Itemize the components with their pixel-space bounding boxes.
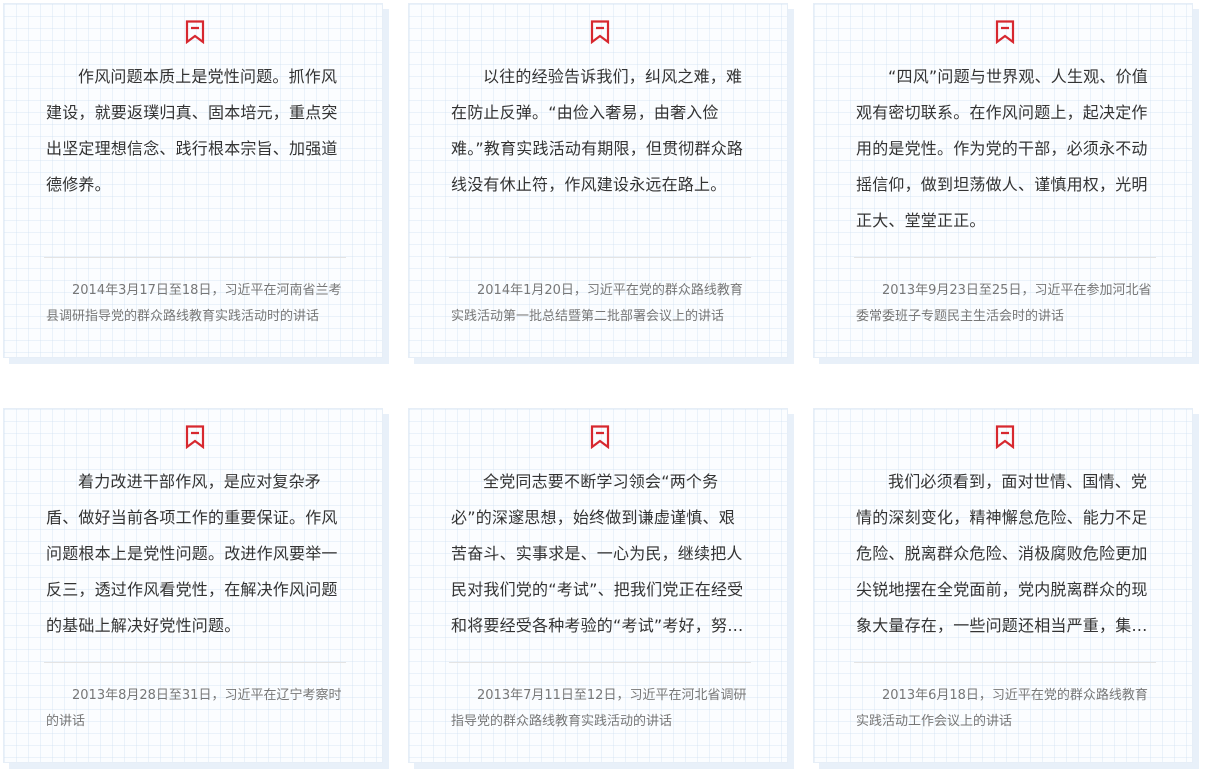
card-divider bbox=[44, 662, 346, 663]
quote-card[interactable]: 作风问题本质上是党性问题。抓作风建设，就要返璞归真、固本培元，重点突出坚定理想信… bbox=[3, 3, 383, 358]
card-divider bbox=[854, 257, 1156, 258]
quote-source: 2013年9月23日至25日，习近平在参加河北省委常委班子专题民主生活会时的讲话 bbox=[856, 283, 1152, 324]
quote-card[interactable]: 以往的经验告诉我们，纠风之难，难在防止反弹。“由俭入奢易，由奢入俭难。”教育实践… bbox=[408, 3, 788, 358]
quote-text: 我们必须看到，面对世情、国情、党情的深刻变化，精神懈怠危险、能力不足危险、脱离群… bbox=[856, 472, 1148, 635]
quote-source: 2013年7月11日至12日，习近平在河北省调研指导党的群众路线教育实践活动的讲… bbox=[451, 688, 747, 729]
quote-card-grid: 作风问题本质上是党性问题。抓作风建设，就要返璞归真、固本培元，重点突出坚定理想信… bbox=[0, 0, 1205, 770]
bookmark-icon bbox=[185, 20, 205, 44]
quote-card[interactable]: 着力改进干部作风，是应对复杂矛盾、做好当前各项工作的重要保证。作风问题根本上是党… bbox=[3, 408, 383, 763]
quote-card[interactable]: 我们必须看到，面对世情、国情、党情的深刻变化，精神懈怠危险、能力不足危险、脱离群… bbox=[813, 408, 1193, 763]
quote-text: 作风问题本质上是党性问题。抓作风建设，就要返璞归真、固本培元，重点突出坚定理想信… bbox=[46, 67, 338, 194]
card-divider bbox=[854, 662, 1156, 663]
quote-source: 2014年3月17日至18日，习近平在河南省兰考县调研指导党的群众路线教育实践活… bbox=[46, 283, 342, 324]
quote-source: 2013年8月28日至31日，习近平在辽宁考察时的讲话 bbox=[46, 688, 342, 729]
card-divider bbox=[44, 257, 346, 258]
quote-card[interactable]: 全党同志要不断学习领会“两个务必”的深邃思想，始终做到谦虚谨慎、艰苦奋斗、实事求… bbox=[408, 408, 788, 763]
quote-text: “四风”问题与世界观、人生观、价值观有密切联系。在作风问题上，起决定作用的是党性… bbox=[856, 67, 1148, 230]
bookmark-icon bbox=[995, 425, 1015, 449]
bookmark-icon bbox=[590, 20, 610, 44]
quote-text: 以往的经验告诉我们，纠风之难，难在防止反弹。“由俭入奢易，由奢入俭难。”教育实践… bbox=[451, 67, 744, 194]
quote-source: 2013年6月18日，习近平在党的群众路线教育实践活动工作会议上的讲话 bbox=[856, 688, 1148, 729]
quote-text: 全党同志要不断学习领会“两个务必”的深邃思想，始终做到谦虚谨慎、艰苦奋斗、实事求… bbox=[451, 472, 744, 635]
bookmark-icon bbox=[590, 425, 610, 449]
bookmark-icon bbox=[995, 20, 1015, 44]
quote-source: 2014年1月20日，习近平在党的群众路线教育实践活动第一批总结暨第二批部署会议… bbox=[451, 283, 743, 324]
quote-card[interactable]: “四风”问题与世界观、人生观、价值观有密切联系。在作风问题上，起决定作用的是党性… bbox=[813, 3, 1193, 358]
card-divider bbox=[449, 662, 751, 663]
card-divider bbox=[449, 257, 751, 258]
bookmark-icon bbox=[185, 425, 205, 449]
quote-text: 着力改进干部作风，是应对复杂矛盾、做好当前各项工作的重要保证。作风问题根本上是党… bbox=[46, 472, 338, 635]
